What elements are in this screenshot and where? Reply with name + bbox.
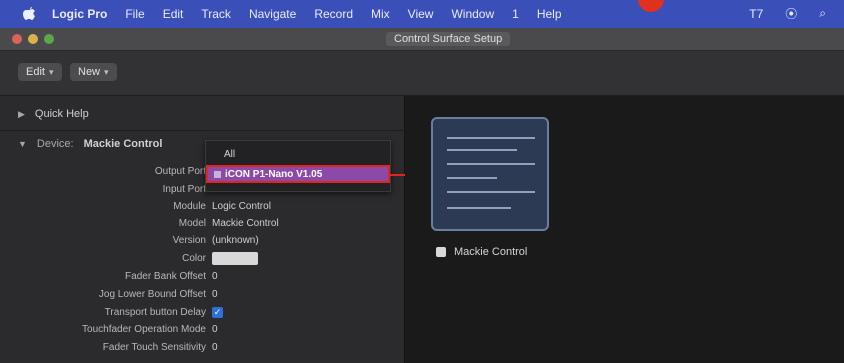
divider — [0, 130, 404, 131]
quick-help-section[interactable]: ▶ Quick Help — [18, 108, 89, 120]
version-row: Version (unknown) — [0, 235, 404, 249]
menubar-search-icon[interactable]: ⌕ — [819, 6, 826, 21]
module-row: Module Logic Control — [0, 201, 404, 215]
transport-delay-label: Transport button Delay — [104, 307, 206, 318]
menu-record[interactable]: Record — [314, 7, 353, 21]
toolbar: Edit ▾ New ▾ — [0, 51, 844, 96]
popup-option-label: iCON P1-Nano V1.05 — [225, 168, 323, 180]
model-value: Mackie Control — [212, 218, 279, 229]
device-label: Mackie Control — [436, 246, 527, 258]
disclosure-down-icon: ▼ — [18, 139, 27, 149]
fader-sensitivity-value[interactable]: 0 — [212, 342, 218, 353]
device-name: Mackie Control — [83, 138, 163, 150]
device-checkbox[interactable] — [436, 247, 446, 257]
chevron-down-icon: ▾ — [48, 66, 54, 77]
chevron-down-icon: ▾ — [104, 66, 109, 77]
device-detail-line — [447, 137, 535, 139]
menu-1[interactable]: 1 — [512, 7, 519, 21]
color-swatch[interactable] — [212, 252, 258, 265]
model-label: Model — [178, 218, 206, 229]
edit-label: Edit — [26, 66, 45, 78]
midi-port-icon — [214, 170, 221, 178]
version-value: (unknown) — [212, 235, 259, 246]
device-detail-line — [447, 149, 517, 151]
menu-view[interactable]: View — [408, 7, 434, 21]
menu-edit[interactable]: Edit — [163, 7, 184, 21]
window-title-bar: Control Surface Setup — [0, 28, 844, 51]
inspector-panel: ▶ Quick Help ▼ Device: Mackie Control Ou… — [0, 96, 405, 363]
menu-mix[interactable]: Mix — [371, 7, 390, 21]
menu-app-name[interactable]: Logic Pro — [52, 7, 107, 21]
window-controls — [12, 34, 54, 44]
device-section[interactable]: ▼ Device: Mackie Control — [18, 138, 162, 150]
touchfader-value[interactable]: 0 — [212, 324, 218, 335]
device-detail-line — [447, 163, 535, 165]
menu-navigate[interactable]: Navigate — [249, 7, 296, 21]
menubar-status-icon[interactable]: ⦿ — [785, 5, 797, 22]
menu-bar: Logic Pro File Edit Track Navigate Recor… — [0, 0, 844, 28]
fader-bank-offset-label: Fader Bank Offset — [125, 271, 206, 282]
device-detail-line — [447, 191, 535, 193]
model-row: Model Mackie Control — [0, 218, 404, 232]
zoom-icon[interactable] — [44, 34, 54, 44]
jog-offset-row: Jog Lower Bound Offset 0 — [0, 289, 404, 303]
device-label-text: Mackie Control — [454, 246, 528, 258]
transport-delay-row: Transport button Delay ✓ — [0, 307, 404, 321]
transport-delay-checkbox[interactable]: ✓ — [212, 307, 223, 318]
quick-help-label: Quick Help — [34, 108, 89, 120]
jog-offset-value[interactable]: 0 — [212, 289, 218, 300]
popup-option-all[interactable]: All — [224, 149, 235, 160]
fader-sensitivity-row: Fader Touch Sensitivity 0 — [0, 342, 404, 356]
output-port-label: Output Port — [154, 166, 206, 177]
new-label: New — [78, 66, 101, 78]
menu-window[interactable]: Window — [451, 7, 494, 21]
callout-partial-circle — [638, 0, 664, 12]
device-prefix: Device: — [36, 138, 74, 150]
device-detail-line — [447, 207, 511, 209]
fader-bank-offset-value[interactable]: 0 — [212, 271, 218, 282]
popup-option-icon-p1-nano[interactable]: iCON P1-Nano V1.05 — [206, 165, 390, 183]
minimize-icon[interactable] — [28, 34, 38, 44]
output-port-popup-menu: All iCON P1-Nano V1.05 — [205, 140, 391, 192]
close-icon[interactable] — [12, 34, 22, 44]
mackie-control-device-icon[interactable] — [431, 117, 549, 231]
disclosure-right-icon: ▶ — [18, 108, 25, 119]
fader-bank-offset-row: Fader Bank Offset 0 — [0, 271, 404, 285]
color-row: Color — [0, 252, 404, 267]
touchfader-row: Touchfader Operation Mode 0 — [0, 324, 404, 338]
edit-menu-button[interactable]: Edit ▾ — [18, 63, 62, 81]
module-value: Logic Control — [212, 201, 271, 212]
touchfader-label: Touchfader Operation Mode — [82, 324, 206, 335]
version-label: Version — [172, 235, 206, 246]
module-label: Module — [173, 201, 206, 212]
menu-help[interactable]: Help — [537, 7, 562, 21]
color-label: Color — [182, 253, 206, 264]
menu-track[interactable]: Track — [201, 7, 231, 21]
apple-icon[interactable] — [20, 5, 38, 23]
window-title: Control Surface Setup — [386, 32, 511, 46]
menubar-status-t7[interactable]: T7 — [749, 7, 763, 21]
input-port-label: Input Port — [162, 184, 206, 195]
jog-offset-label: Jog Lower Bound Offset — [98, 289, 206, 300]
fader-sensitivity-label: Fader Touch Sensitivity — [102, 342, 206, 353]
device-detail-line — [447, 177, 497, 179]
new-menu-button[interactable]: New ▾ — [70, 63, 117, 81]
menu-file[interactable]: File — [125, 7, 144, 21]
